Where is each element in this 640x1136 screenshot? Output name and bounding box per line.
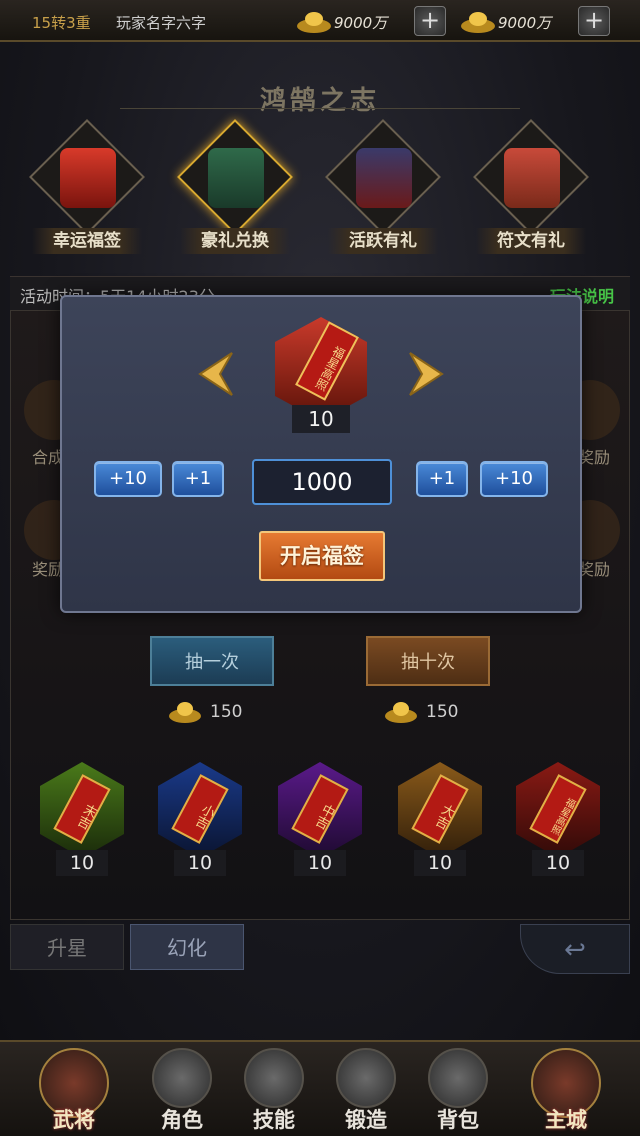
active-gift-icon	[356, 148, 412, 208]
bottom-navigation: 武将 角色 技能 锻造 背包 主城	[0, 1040, 640, 1136]
open-lot-button[interactable]: 开启福签	[259, 531, 385, 581]
banner-title: 鸿鹄之志	[259, 86, 380, 116]
draw-ten-cost: 150	[384, 696, 494, 728]
draw-once-button[interactable]: 抽一次	[150, 636, 274, 686]
return-icon: ↩	[564, 935, 586, 965]
gold-ingot-icon	[297, 12, 331, 33]
currency-gold-1: 9000万 +	[296, 6, 446, 36]
tab-label: 豪礼兑换	[180, 228, 290, 254]
side-label: 奖励	[578, 448, 611, 467]
currency-amount: 9000万	[334, 14, 388, 32]
tab-lucky-lot[interactable]: 幸运福签	[29, 119, 145, 260]
gold-ingot-icon	[169, 702, 201, 723]
lot-count: 10	[294, 850, 346, 876]
tab-upgrade-star[interactable]: 升星	[10, 924, 124, 970]
lot-item[interactable]: 福星高照 10	[512, 762, 604, 882]
quantity-field[interactable]: 1000	[252, 459, 392, 505]
lot-count: 10	[174, 850, 226, 876]
minus-one-button[interactable]: +1	[172, 461, 224, 497]
gift-exchange-icon	[208, 148, 264, 208]
chevron-left-icon[interactable]	[192, 349, 238, 399]
tab-rune-gift[interactable]: 符文有礼	[473, 119, 589, 260]
nav-city[interactable]: 主城	[526, 1048, 606, 1136]
tab-label: 符文有礼	[476, 228, 586, 254]
lot-count: 10	[56, 850, 108, 876]
player-name: 玩家名字六字	[116, 14, 207, 32]
nav-forge[interactable]: 锻造	[326, 1048, 406, 1136]
tab-gift-exchange[interactable]: 豪礼兑换	[177, 119, 293, 260]
draw-ten-button[interactable]: 抽十次	[366, 636, 490, 686]
player-rank: 15转3重	[32, 14, 91, 32]
lot-item[interactable]: 末吉 10	[36, 762, 128, 882]
plus-ten-button[interactable]: +10	[480, 461, 548, 497]
nav-general[interactable]: 武将	[34, 1048, 114, 1136]
minus-ten-button[interactable]: +10	[94, 461, 162, 497]
nav-bag[interactable]: 背包	[418, 1048, 498, 1136]
lot-item[interactable]: 大吉 10	[394, 762, 486, 882]
lot-item[interactable]: 中吉 10	[274, 762, 366, 882]
currency-amount: 9000万	[498, 14, 552, 32]
side-label: 奖励	[578, 560, 611, 579]
helmet-icon	[152, 1048, 212, 1108]
nav-skills[interactable]: 技能	[234, 1048, 314, 1136]
add-currency-button[interactable]: +	[414, 6, 446, 36]
draw-once-cost: 150	[168, 696, 278, 728]
prize-count: 10	[292, 405, 350, 433]
chevron-right-icon[interactable]	[404, 349, 450, 399]
gold-ingot-icon	[385, 702, 417, 723]
lot-item[interactable]: 小吉 10	[154, 762, 246, 882]
gold-ingot-icon	[461, 12, 495, 33]
tab-label: 活跃有礼	[328, 228, 438, 254]
nav-character[interactable]: 角色	[142, 1048, 222, 1136]
return-button[interactable]: ↩	[520, 924, 630, 974]
bag-icon	[428, 1048, 488, 1108]
lot-count: 10	[532, 850, 584, 876]
currency-gold-2: 9000万 +	[460, 6, 610, 36]
top-status-bar: 15转3重 玩家名字六字 9000万 + 9000万 +	[0, 0, 640, 42]
lot-count: 10	[414, 850, 466, 876]
rune-gift-icon	[504, 148, 560, 208]
lucky-lot-icon	[60, 148, 116, 208]
tab-transform[interactable]: 幻化	[130, 924, 244, 970]
banner-divider	[120, 108, 520, 109]
anvil-icon	[336, 1048, 396, 1108]
open-lot-dialog: 福星高照 10 +10 +1 1000 +1 +10 开启福签	[60, 295, 582, 613]
add-currency-button[interactable]: +	[578, 6, 610, 36]
tab-active-gift[interactable]: 活跃有礼	[325, 119, 441, 260]
plus-one-button[interactable]: +1	[416, 461, 468, 497]
swirl-icon	[244, 1048, 304, 1108]
tab-label: 幸运福签	[32, 228, 142, 254]
